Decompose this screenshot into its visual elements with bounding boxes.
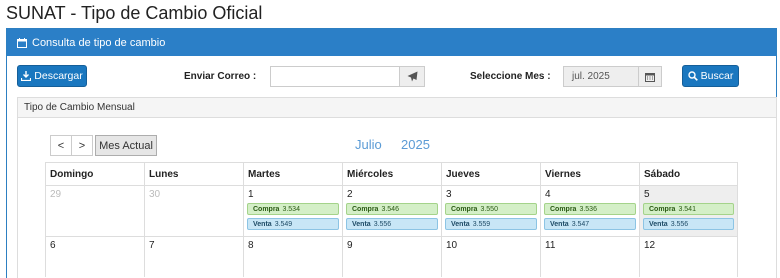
- calendar-day-cell: 8: [244, 237, 343, 277]
- weekday-monday: Lunes: [145, 163, 244, 185]
- weekday-wednesday: Miércoles: [343, 163, 442, 185]
- calendar-day-cell: 29: [46, 186, 145, 236]
- calendar-week-row: 29 30 1 Compra 3.534 Venta 3.549 2 Compra 3.546 Ve…: [45, 185, 738, 236]
- download-button[interactable]: Descargar: [17, 65, 87, 87]
- weekday-friday: Viernes: [541, 163, 640, 185]
- compra-rate-badge[interactable]: Compra 3.546: [346, 203, 438, 215]
- compra-rate-badge[interactable]: Compra 3.541: [643, 203, 734, 215]
- calendar-day-cell: 9: [343, 237, 442, 277]
- day-number: 30: [149, 189, 161, 200]
- day-number: 9: [347, 240, 353, 251]
- compra-label: Compra: [253, 205, 280, 213]
- day-number: 11: [545, 240, 556, 251]
- venta-value: 3.556: [373, 220, 392, 228]
- venta-rate-badge[interactable]: Venta 3.556: [643, 218, 734, 230]
- current-month-button[interactable]: Mes Actual: [95, 135, 157, 156]
- compra-rate-badge[interactable]: Compra 3.536: [544, 203, 636, 215]
- email-label: Enviar Correo :: [184, 71, 257, 82]
- month-label: Seleccione Mes :: [470, 71, 551, 82]
- calendar-day-cell: 1 Compra 3.534 Venta 3.549: [244, 186, 343, 236]
- compra-value: 3.546: [381, 205, 399, 213]
- calendar-day-cell: 5 Compra 3.541 Venta 3.556: [640, 186, 737, 236]
- panel-title: Consulta de tipo de cambio: [32, 36, 166, 49]
- download-icon: [21, 71, 32, 81]
- venta-rate-badge[interactable]: Venta 3.547: [544, 218, 636, 230]
- day-number: 2: [347, 189, 353, 200]
- calendar-day-cell: 12: [640, 237, 737, 277]
- subpanel-title: Tipo de Cambio Mensual: [18, 98, 776, 118]
- compra-value: 3.534: [282, 205, 300, 213]
- search-label: Buscar: [700, 70, 734, 82]
- venta-label: Venta: [253, 220, 272, 228]
- paper-plane-icon: [407, 71, 418, 82]
- weekday-sunday: Domingo: [46, 163, 145, 185]
- venta-label: Venta: [649, 220, 668, 228]
- email-input[interactable]: [270, 66, 400, 87]
- day-number: 1: [248, 189, 254, 200]
- compra-rate-badge[interactable]: Compra 3.534: [247, 203, 339, 215]
- calendar-week-row: 6 7 8 9 10 11 12: [45, 236, 738, 277]
- weekday-tuesday: Martes: [244, 163, 343, 185]
- venta-value: 3.556: [670, 220, 689, 228]
- prev-month-button[interactable]: <: [50, 135, 72, 156]
- venta-value: 3.549: [274, 220, 293, 228]
- weekday-thursday: Jueves: [442, 163, 541, 185]
- download-label: Descargar: [34, 70, 83, 82]
- next-month-button[interactable]: >: [71, 135, 93, 156]
- day-number: 5: [644, 189, 650, 200]
- panel-header: Consulta de tipo de cambio: [7, 29, 776, 56]
- month-input[interactable]: jul. 2025: [563, 66, 639, 87]
- calendar-icon: [645, 72, 655, 82]
- page-title: SUNAT - Tipo de Cambio Oficial: [6, 3, 263, 23]
- send-email-button[interactable]: [399, 66, 425, 87]
- calendar-month-name: Julio: [355, 137, 382, 152]
- venta-rate-badge[interactable]: Venta 3.559: [445, 218, 537, 230]
- compra-value: 3.536: [579, 205, 597, 213]
- compra-value: 3.550: [480, 205, 498, 213]
- day-number: 3: [446, 189, 452, 200]
- month-picker-button[interactable]: [638, 66, 662, 87]
- day-number: 10: [446, 240, 458, 251]
- day-number: 29: [50, 189, 62, 200]
- venta-rate-badge[interactable]: Venta 3.549: [247, 218, 339, 230]
- compra-rate-badge[interactable]: Compra 3.550: [445, 203, 537, 215]
- calendar-day-cell: 6: [46, 237, 145, 277]
- venta-value: 3.559: [472, 220, 491, 228]
- compra-label: Compra: [550, 205, 577, 213]
- calendar-day-cell: 10: [442, 237, 541, 277]
- search-icon: [687, 71, 698, 81]
- calendar-icon: [17, 37, 27, 48]
- calendar-grid: Domingo Lunes Martes Miércoles Jueves Vi…: [45, 162, 738, 277]
- venta-rate-badge[interactable]: Venta 3.556: [346, 218, 438, 230]
- compra-label: Compra: [352, 205, 379, 213]
- calendar-day-cell: 7: [145, 237, 244, 277]
- calendar-day-cell: 2 Compra 3.546 Venta 3.556: [343, 186, 442, 236]
- search-button[interactable]: Buscar: [682, 65, 739, 87]
- compra-label: Compra: [649, 205, 676, 213]
- calendar-day-cell: 30: [145, 186, 244, 236]
- calendar-day-cell: 4 Compra 3.536 Venta 3.547: [541, 186, 640, 236]
- calendar-year: 2025: [401, 137, 430, 152]
- day-number: 4: [545, 189, 551, 200]
- calendar-weekday-header: Domingo Lunes Martes Miércoles Jueves Vi…: [45, 162, 738, 185]
- venta-value: 3.547: [571, 220, 590, 228]
- day-number: 7: [149, 240, 155, 251]
- calendar-day-cell: 3 Compra 3.550 Venta 3.559: [442, 186, 541, 236]
- day-number: 6: [50, 240, 56, 251]
- day-number: 8: [248, 240, 254, 251]
- venta-label: Venta: [451, 220, 470, 228]
- day-number: 12: [644, 240, 656, 251]
- weekday-saturday: Sábado: [644, 168, 681, 180]
- calendar-day-cell: 11: [541, 237, 640, 277]
- venta-label: Venta: [550, 220, 569, 228]
- compra-value: 3.541: [678, 205, 696, 213]
- compra-label: Compra: [451, 205, 478, 213]
- venta-label: Venta: [352, 220, 371, 228]
